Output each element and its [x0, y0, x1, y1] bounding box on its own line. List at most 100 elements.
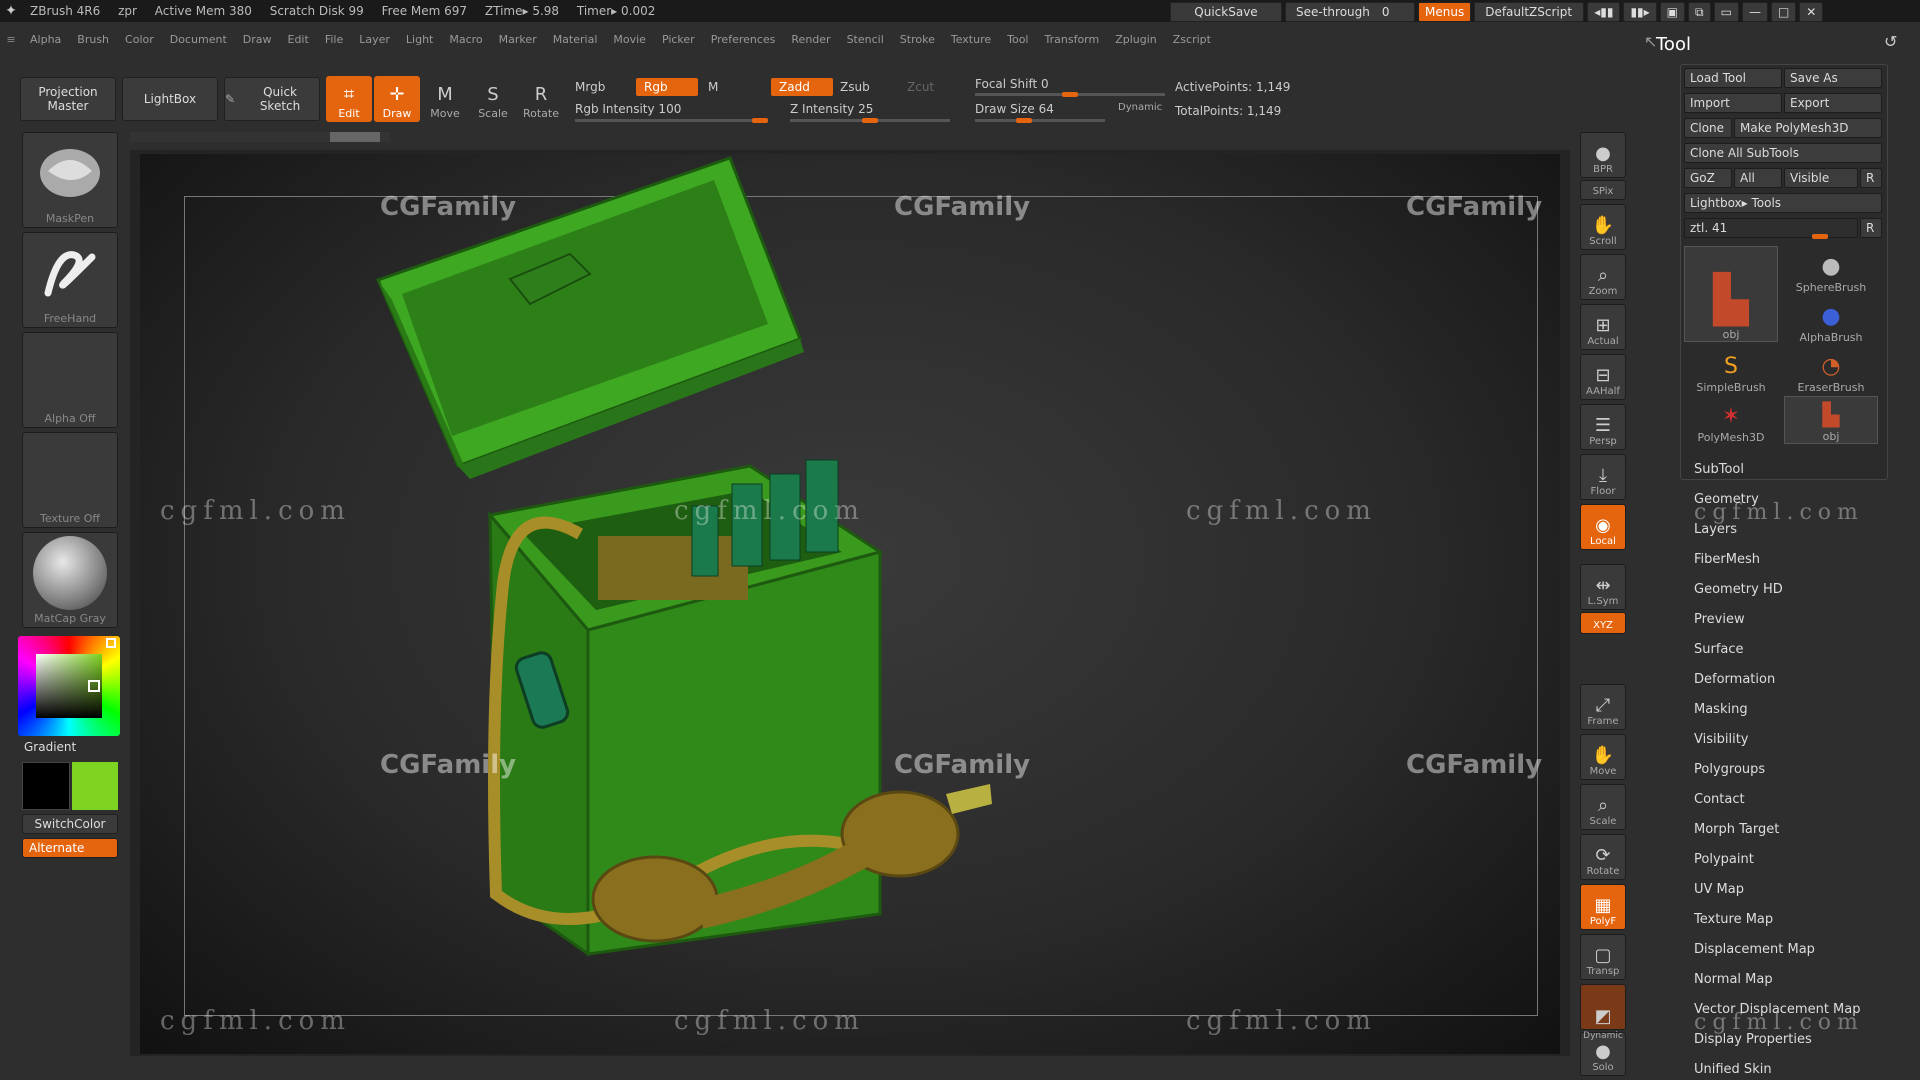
- subpalette-contact[interactable]: Contact: [1694, 792, 1745, 807]
- subpalette-layers[interactable]: Layers: [1694, 522, 1737, 537]
- close-icon[interactable]: ✕: [1799, 2, 1824, 22]
- aahalf-button[interactable]: ⊟ AAHalf: [1580, 354, 1626, 400]
- tool-polymesh3d[interactable]: ✶ PolyMesh3D: [1684, 396, 1778, 444]
- minimize-icon[interactable]: —: [1741, 2, 1768, 22]
- document-viewport[interactable]: CGFamily CGFamily CGFamily cgfml.com cgf…: [130, 132, 1570, 1056]
- move-view-button[interactable]: ✋ Move: [1580, 734, 1626, 780]
- zoom-button[interactable]: ⌕ Zoom: [1580, 254, 1626, 300]
- stroke-thumbnail[interactable]: FreeHand: [22, 232, 118, 328]
- scroll-button[interactable]: ✋ Scroll: [1580, 204, 1626, 250]
- tool-obj[interactable]: ▙ obj: [1784, 396, 1878, 444]
- subpalette-subtool[interactable]: SubTool: [1694, 462, 1744, 477]
- focal-shift-handle[interactable]: [1062, 92, 1078, 97]
- solo-button[interactable]: Dynamic ● Solo: [1580, 1031, 1626, 1076]
- xyz-button[interactable]: XYZ: [1580, 612, 1626, 634]
- menu-picker[interactable]: Picker: [654, 33, 703, 46]
- default-zscript-button[interactable]: DefaultZScript: [1474, 2, 1585, 22]
- subpalette-normal-map[interactable]: Normal Map: [1694, 972, 1773, 987]
- menu-movie[interactable]: Movie: [605, 33, 654, 46]
- menu-light[interactable]: Light: [398, 33, 441, 46]
- subpalette-masking[interactable]: Masking: [1694, 702, 1748, 717]
- main-color-swatch[interactable]: [72, 762, 118, 810]
- make-polymesh3d-button[interactable]: Make PolyMesh3D: [1734, 118, 1882, 138]
- draw-size-slider[interactable]: [975, 119, 1105, 122]
- menu-file[interactable]: File: [317, 33, 351, 46]
- lightbox-tools-button[interactable]: Lightbox▸ Tools: [1684, 193, 1882, 213]
- rgb-intensity-handle[interactable]: [752, 118, 768, 123]
- goz-visible-button[interactable]: Visible: [1784, 168, 1858, 188]
- quicksave-button[interactable]: QuickSave: [1170, 2, 1282, 22]
- transp-button[interactable]: ▢ Transp: [1580, 934, 1626, 980]
- see-through-slider[interactable]: See-through 0: [1285, 2, 1415, 22]
- rgb-intensity-slider[interactable]: [575, 119, 765, 122]
- subpalette-fibermesh[interactable]: FiberMesh: [1694, 552, 1760, 567]
- menu-zscript[interactable]: Zscript: [1165, 33, 1219, 46]
- import-button[interactable]: Import: [1684, 93, 1782, 113]
- menu-preferences[interactable]: Preferences: [703, 33, 784, 46]
- tool-alphabrush[interactable]: ● AlphaBrush: [1784, 296, 1878, 344]
- subpalette-display-properties[interactable]: Display Properties: [1694, 1032, 1812, 1047]
- window-tile-icon[interactable]: ▣: [1659, 2, 1686, 22]
- goz-button[interactable]: GoZ: [1684, 168, 1732, 188]
- goz-all-button[interactable]: All: [1734, 168, 1782, 188]
- subpalette-vector-displacement-map[interactable]: Vector Displacement Map: [1694, 1002, 1861, 1017]
- menu-document[interactable]: Document: [162, 33, 235, 46]
- palette-refresh-icon[interactable]: ↺: [1884, 32, 1897, 51]
- rotate-view-button[interactable]: ⟳ Rotate: [1580, 834, 1626, 880]
- persp-button[interactable]: ☰ Persp: [1580, 404, 1626, 450]
- tool-obj-active[interactable]: ▙ obj: [1684, 246, 1778, 342]
- menu-render[interactable]: Render: [783, 33, 838, 46]
- load-tool-button[interactable]: Load Tool: [1684, 68, 1782, 88]
- maximize-icon[interactable]: □: [1770, 2, 1797, 22]
- switch-color-button[interactable]: SwitchColor: [22, 814, 118, 834]
- subpalette-displacement-map[interactable]: Displacement Map: [1694, 942, 1815, 957]
- zsub-toggle[interactable]: Zsub: [840, 80, 870, 94]
- rotate-button[interactable]: R Rotate: [518, 76, 564, 122]
- subpalette-texture-map[interactable]: Texture Map: [1694, 912, 1773, 927]
- brush-thumbnail[interactable]: MaskPen: [22, 132, 118, 228]
- menu-marker[interactable]: Marker: [491, 33, 545, 46]
- subpalette-morph-target[interactable]: Morph Target: [1694, 822, 1779, 837]
- menu-texture[interactable]: Texture: [943, 33, 999, 46]
- clone-all-subtools-button[interactable]: Clone All SubTools: [1684, 143, 1882, 163]
- menu-transform[interactable]: Transform: [1037, 33, 1108, 46]
- floor-button[interactable]: ⤓ Floor: [1580, 454, 1626, 500]
- menu-layer[interactable]: Layer: [351, 33, 398, 46]
- 3d-model-render[interactable]: [140, 154, 1560, 1054]
- polyf-button[interactable]: ▦ PolyF: [1580, 884, 1626, 930]
- lightbox-button[interactable]: LightBox: [122, 77, 218, 121]
- tool-eraserbrush[interactable]: ◔ EraserBrush: [1784, 346, 1878, 394]
- subpalette-preview[interactable]: Preview: [1694, 612, 1745, 627]
- edit-button[interactable]: ⌗ Edit: [326, 76, 372, 122]
- subpalette-geometry[interactable]: Geometry: [1694, 492, 1759, 507]
- menu-stroke[interactable]: Stroke: [892, 33, 943, 46]
- gradient-toggle[interactable]: Gradient: [24, 740, 76, 754]
- draw-button[interactable]: ✛ Draw: [374, 76, 420, 122]
- z-intensity-handle[interactable]: [862, 118, 878, 123]
- subpalette-deformation[interactable]: Deformation: [1694, 672, 1775, 687]
- rgb-toggle[interactable]: Rgb: [636, 78, 698, 96]
- menu-stencil[interactable]: Stencil: [839, 33, 892, 46]
- menu-macro[interactable]: Macro: [441, 33, 490, 46]
- screen-icon[interactable]: ▭: [1713, 2, 1739, 22]
- menu-material[interactable]: Material: [545, 33, 606, 46]
- scale-button[interactable]: S Scale: [470, 76, 516, 122]
- projection-master-button[interactable]: Projection Master: [20, 77, 116, 121]
- menu-brush[interactable]: Brush: [69, 33, 117, 46]
- menus-button[interactable]: Menus: [1418, 2, 1472, 22]
- subpalette-visibility[interactable]: Visibility: [1694, 732, 1748, 747]
- subpalette-unified-skin[interactable]: Unified Skin: [1694, 1062, 1772, 1077]
- layout-prev-icon[interactable]: ◂▮▮: [1587, 2, 1621, 22]
- current-tool-slider[interactable]: ztl. 41: [1684, 218, 1858, 238]
- dynamic-toggle[interactable]: Dynamic: [1118, 102, 1162, 113]
- menu-color[interactable]: Color: [117, 33, 162, 46]
- menu-zplugin[interactable]: Zplugin: [1107, 33, 1165, 46]
- zcut-toggle[interactable]: Zcut: [907, 80, 934, 94]
- subpalette-polygroups[interactable]: Polygroups: [1694, 762, 1765, 777]
- subpalette-surface[interactable]: Surface: [1694, 642, 1744, 657]
- palette-toggle-icon[interactable]: ≡: [0, 33, 22, 46]
- tool-spherebrush[interactable]: ● SphereBrush: [1784, 246, 1878, 294]
- secondary-color-swatch[interactable]: [22, 762, 70, 810]
- export-button[interactable]: Export: [1784, 93, 1882, 113]
- menu-tool[interactable]: Tool: [999, 33, 1036, 46]
